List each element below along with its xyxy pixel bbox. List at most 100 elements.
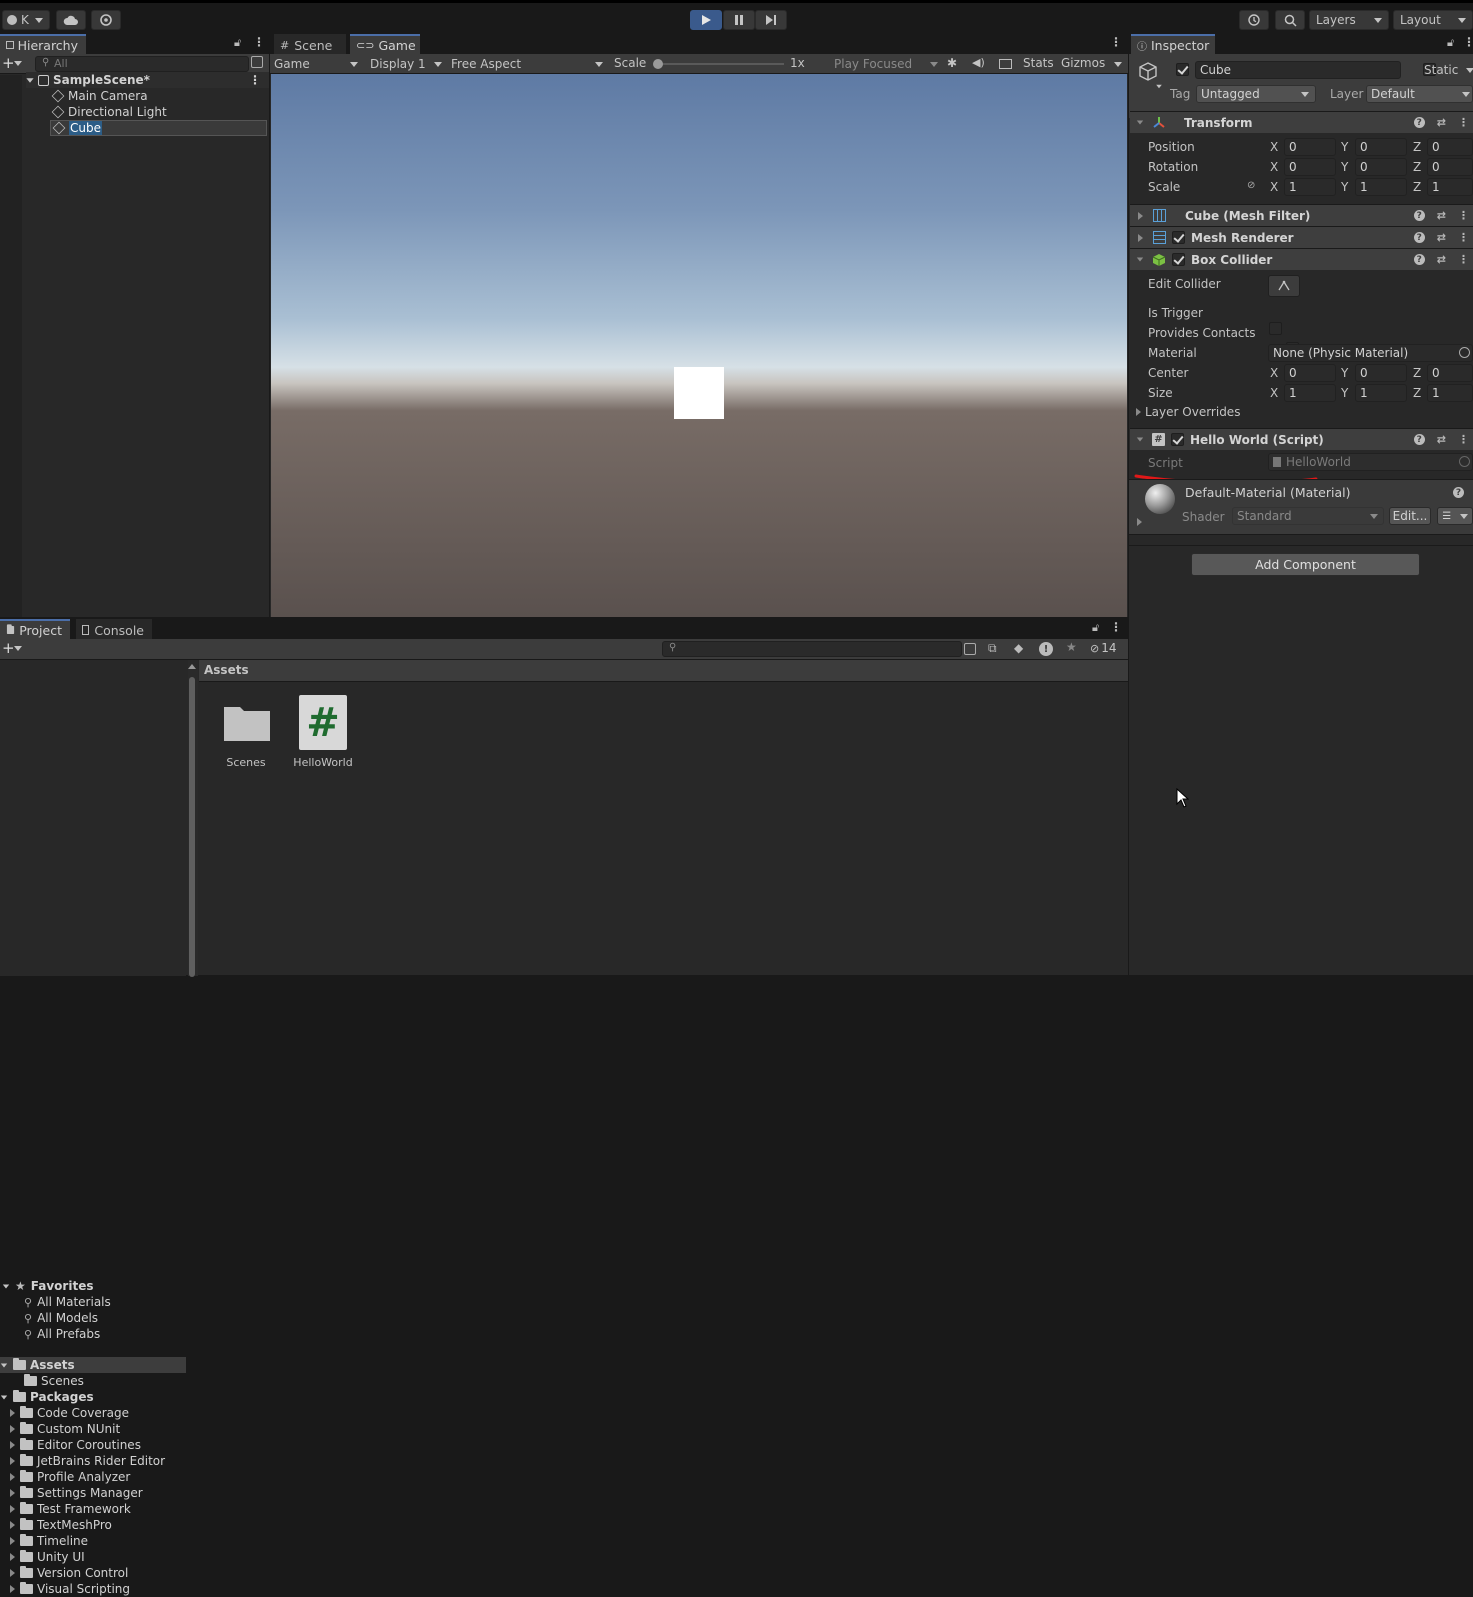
- tree-favorite-item[interactable]: ⚲ All Prefabs: [24, 1326, 186, 1342]
- layer-overrides-foldout[interactable]: Layer Overrides: [1136, 405, 1240, 419]
- kebab-menu-icon[interactable]: ⋮: [1458, 253, 1469, 266]
- y-field[interactable]: 1: [1355, 178, 1407, 196]
- tab-hierarchy[interactable]: Hierarchy: [0, 34, 86, 54]
- kebab-menu-icon[interactable]: ⋮: [1458, 116, 1469, 129]
- aspect-dropdown[interactable]: Free Aspect: [451, 54, 603, 74]
- help-icon[interactable]: ?: [1413, 210, 1425, 221]
- x-field[interactable]: 1: [1284, 384, 1336, 402]
- hello-world-script-header[interactable]: # Hello World (Script) ? ⇄ ⋮: [1130, 428, 1473, 450]
- hidden-packages-toggle[interactable]: ⊘ 14: [1090, 641, 1117, 655]
- project-tree-scrollbar[interactable]: [188, 660, 198, 977]
- x-field[interactable]: 1: [1284, 178, 1336, 196]
- active-checkbox[interactable]: [1176, 63, 1189, 76]
- chevron-right-icon[interactable]: [10, 1489, 15, 1497]
- game-mode-dropdown[interactable]: Game: [274, 54, 358, 74]
- chevron-right-icon[interactable]: [10, 1521, 15, 1529]
- enabled-checkbox[interactable]: [1172, 231, 1185, 244]
- kebab-menu-icon[interactable]: ⋮: [1458, 231, 1469, 244]
- chevron-right-icon[interactable]: [10, 1553, 15, 1561]
- chevron-down-icon[interactable]: [1156, 84, 1162, 89]
- y-field[interactable]: 0: [1355, 138, 1407, 156]
- chevron-right-icon[interactable]: [10, 1409, 15, 1417]
- chevron-down-icon[interactable]: [0, 1363, 8, 1367]
- hierarchy-item-directional-light[interactable]: Directional Light: [51, 104, 269, 120]
- chevron-right-icon[interactable]: [10, 1457, 15, 1465]
- csharp-script-icon[interactable]: #: [299, 695, 347, 750]
- tree-package-item[interactable]: Unity UI: [10, 1549, 186, 1565]
- transform-component-header[interactable]: Transform ? ⇄ ⋮: [1130, 111, 1473, 133]
- tree-package-item[interactable]: Profile Analyzer: [10, 1469, 186, 1485]
- search-button[interactable]: [1275, 10, 1305, 30]
- edit-collider-button[interactable]: [1268, 275, 1300, 297]
- x-field[interactable]: 0: [1284, 158, 1336, 176]
- kebab-menu-icon[interactable]: ⋮: [1458, 433, 1469, 446]
- is-trigger-checkbox[interactable]: [1269, 322, 1282, 335]
- scene-row[interactable]: SampleScene* ⋮: [26, 72, 269, 88]
- help-icon[interactable]: ?: [1413, 117, 1425, 128]
- layers-dropdown[interactable]: Layers: [1309, 10, 1389, 30]
- help-icon[interactable]: ?: [1453, 487, 1464, 498]
- undo-history-button[interactable]: [1239, 10, 1269, 30]
- constrain-proportions-icon[interactable]: ⊘: [1247, 180, 1255, 191]
- physic-material-field[interactable]: None (Physic Material): [1268, 344, 1473, 362]
- lock-icon[interactable]: 🔓︎: [1092, 621, 1099, 635]
- lock-icon[interactable]: 🔓︎: [1447, 36, 1454, 50]
- lock-icon[interactable]: 🔓︎: [234, 36, 241, 50]
- chevron-down-icon[interactable]: [0, 1395, 8, 1399]
- scrollbar-thumb[interactable]: [189, 677, 195, 977]
- kebab-menu-icon[interactable]: ⋮: [253, 35, 265, 49]
- help-icon[interactable]: ?: [1413, 254, 1425, 265]
- chevron-down-icon[interactable]: [14, 61, 22, 66]
- chevron-down-icon[interactable]: [2, 1284, 10, 1288]
- shader-options-button[interactable]: ☰: [1437, 507, 1473, 525]
- chevron-right-icon[interactable]: [10, 1569, 15, 1577]
- tree-favorite-item[interactable]: ⚲ All Models: [24, 1310, 186, 1326]
- mesh-filter-component-header[interactable]: Cube (Mesh Filter) ? ⇄ ⋮: [1130, 204, 1473, 226]
- chevron-right-icon[interactable]: [10, 1425, 15, 1433]
- cloud-button[interactable]: [56, 10, 86, 30]
- scroll-up-icon[interactable]: [188, 664, 196, 669]
- x-field[interactable]: 0: [1284, 364, 1336, 382]
- account-dropdown[interactable]: K: [2, 10, 50, 30]
- tree-package-item[interactable]: Timeline: [10, 1533, 186, 1549]
- z-field[interactable]: 0: [1427, 138, 1473, 156]
- pause-button[interactable]: [723, 10, 755, 30]
- tree-package-item[interactable]: Visual Scripting: [10, 1581, 186, 1597]
- tree-package-item[interactable]: Code Coverage: [10, 1405, 186, 1421]
- chevron-right-icon[interactable]: [10, 1585, 15, 1593]
- chevron-down-icon[interactable]: [1466, 68, 1473, 73]
- warning-icon[interactable]: !: [1039, 642, 1053, 656]
- search-by-type-icon[interactable]: [251, 56, 263, 68]
- play-button[interactable]: [690, 10, 722, 30]
- step-button[interactable]: [755, 10, 787, 30]
- object-picker-icon[interactable]: [1459, 347, 1470, 358]
- box-collider-component-header[interactable]: Box Collider ? ⇄ ⋮: [1130, 248, 1473, 270]
- tree-packages[interactable]: Packages: [0, 1389, 186, 1405]
- display-dropdown[interactable]: Display 1: [370, 54, 442, 74]
- search-by-type-icon[interactable]: [964, 643, 976, 655]
- preset-icon[interactable]: ⇄: [1437, 433, 1446, 446]
- preset-icon[interactable]: ⇄: [1437, 116, 1446, 129]
- tab-scene[interactable]: # Scene: [274, 34, 346, 54]
- collab-button[interactable]: [91, 10, 121, 30]
- speaker-icon[interactable]: ◀︎): [972, 56, 985, 69]
- kebab-menu-icon[interactable]: ⋮: [249, 73, 261, 87]
- tab-game[interactable]: ⊂⊃ Game: [350, 34, 420, 54]
- preset-icon[interactable]: ⇄: [1437, 231, 1446, 244]
- slider-thumb[interactable]: [653, 59, 663, 69]
- tree-package-item[interactable]: JetBrains Rider Editor: [10, 1453, 186, 1469]
- enabled-checkbox[interactable]: [1172, 253, 1185, 266]
- breadcrumb[interactable]: Assets: [204, 663, 249, 677]
- project-search-input[interactable]: ⚲: [662, 641, 962, 657]
- preset-icon[interactable]: ⇄: [1437, 253, 1446, 266]
- object-name-field[interactable]: Cube: [1195, 61, 1401, 79]
- label-tag-icon[interactable]: ◆: [1014, 641, 1023, 655]
- x-field[interactable]: 0: [1284, 138, 1336, 156]
- star-icon[interactable]: ★: [1066, 640, 1077, 654]
- add-icon[interactable]: +: [2, 54, 15, 72]
- filter-by-type-icon[interactable]: ⧉: [988, 641, 997, 656]
- shader-edit-button[interactable]: Edit...: [1389, 507, 1431, 525]
- y-field[interactable]: 0: [1355, 364, 1407, 382]
- tree-favorite-item[interactable]: ⚲ All Materials: [24, 1294, 186, 1310]
- stats-button[interactable]: Stats: [1023, 56, 1054, 70]
